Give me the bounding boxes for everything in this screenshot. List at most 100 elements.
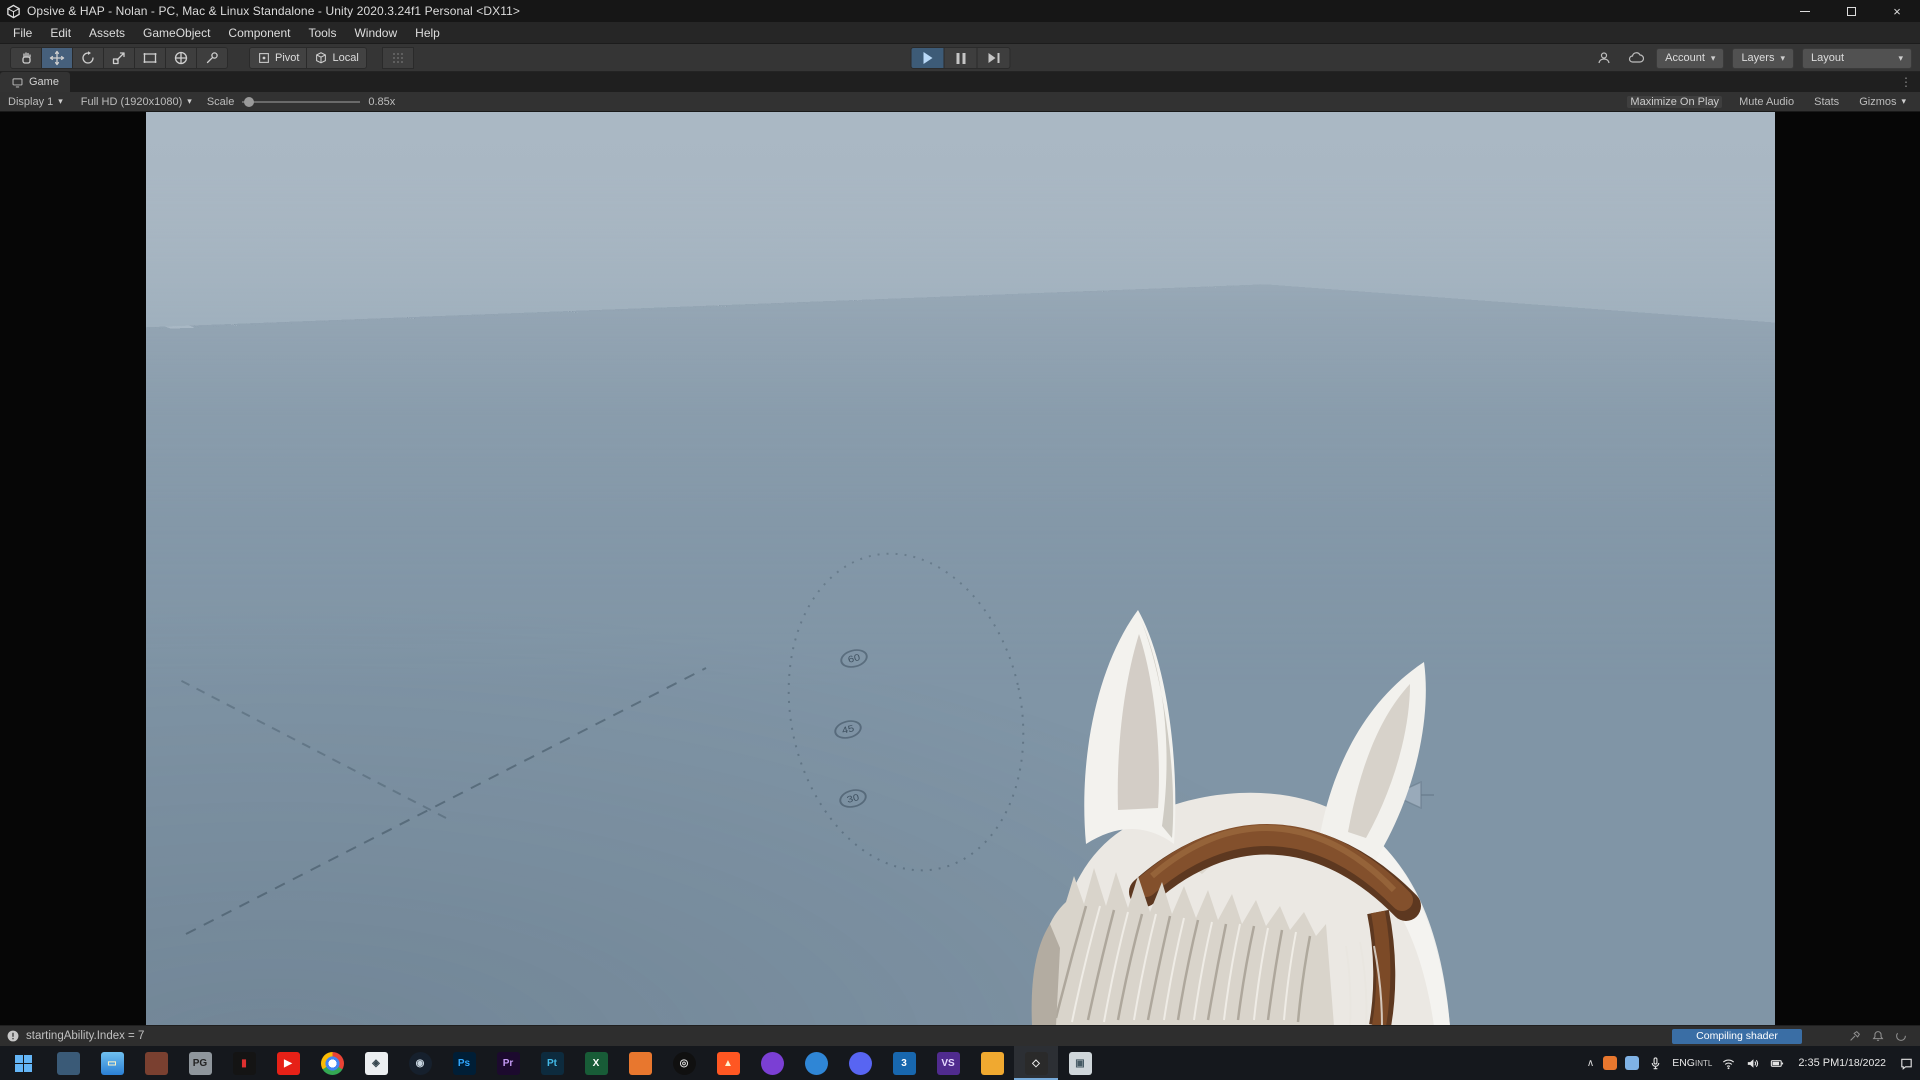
- game-view-toolbar: Display 1 ▾ Full HD (1920x1080) ▾ Scale …: [0, 92, 1920, 112]
- maximize-on-play-toggle[interactable]: Maximize On Play: [1627, 96, 1722, 108]
- status-message[interactable]: startingAbility.Index = 7: [26, 1030, 144, 1042]
- taskbar-app-app-13[interactable]: X: [574, 1046, 618, 1080]
- pause-button[interactable]: [944, 47, 978, 69]
- horse-head: [1016, 606, 1516, 1025]
- taskbar-app-steam[interactable]: ◉: [398, 1046, 442, 1080]
- menu-item-assets[interactable]: Assets: [80, 22, 134, 44]
- taskbar-app-app-12[interactable]: Pt: [530, 1046, 574, 1080]
- handle-settings: Pivot Local: [249, 47, 366, 69]
- hidden-icons-chevron[interactable]: ∧: [1587, 1046, 1594, 1080]
- gizmos-dropdown[interactable]: Gizmos ▾: [1856, 96, 1909, 108]
- play-button[interactable]: [911, 47, 945, 69]
- scale-tool-button[interactable]: [103, 47, 135, 69]
- tray-tray-app-1-icon[interactable]: [1603, 1056, 1617, 1070]
- progress-spinner-icon[interactable]: [1894, 1029, 1908, 1043]
- obs-icon: ◎: [673, 1052, 696, 1075]
- rotate-icon: [80, 50, 96, 66]
- step-button[interactable]: [977, 47, 1011, 69]
- microphone-tray-icon[interactable]: [1648, 1046, 1663, 1080]
- cloud-icon: [1628, 50, 1644, 66]
- taskbar-app-app-22[interactable]: [970, 1046, 1014, 1080]
- taskbar-app-app-8[interactable]: ◈: [354, 1046, 398, 1080]
- console-warning-icon[interactable]: [6, 1029, 20, 1043]
- app-14-icon: [629, 1052, 652, 1075]
- cloud-services-button[interactable]: [1624, 47, 1648, 69]
- menu-item-gameobject[interactable]: GameObject: [134, 22, 219, 44]
- game-viewport: 604530: [0, 112, 1920, 1025]
- taskbar-app-unity[interactable]: ◇: [1014, 1046, 1058, 1080]
- taskbar-app-app-18[interactable]: [794, 1046, 838, 1080]
- taskbar-app-app-4[interactable]: PG: [178, 1046, 222, 1080]
- taskbar-app-photoshop[interactable]: Ps: [442, 1046, 486, 1080]
- menu-item-component[interactable]: Component: [219, 22, 299, 44]
- taskbar-app-app-17[interactable]: [750, 1046, 794, 1080]
- grid-snap-button[interactable]: [382, 47, 414, 69]
- menu-item-window[interactable]: Window: [345, 22, 406, 44]
- minimize-button[interactable]: [1782, 0, 1828, 22]
- notifications-bell-icon[interactable]: [1871, 1029, 1885, 1043]
- mute-audio-toggle[interactable]: Mute Audio: [1736, 96, 1797, 108]
- network-tray-icon[interactable]: [1721, 1046, 1736, 1080]
- maximize-button[interactable]: [1828, 0, 1874, 22]
- taskbar-app-chrome[interactable]: [310, 1046, 354, 1080]
- volume-tray-icon[interactable]: [1745, 1046, 1760, 1080]
- display-dropdown[interactable]: Display 1 ▾: [5, 96, 66, 108]
- taskbar-app-app-1[interactable]: [46, 1046, 90, 1080]
- collab-button[interactable]: [1592, 47, 1616, 69]
- taskbar-app-app-3[interactable]: [134, 1046, 178, 1080]
- layers-dropdown[interactable]: Layers ▾: [1732, 48, 1794, 69]
- horse-left-ear: [1084, 610, 1175, 844]
- rect-tool-button[interactable]: [134, 47, 166, 69]
- taskbar-app-app-5[interactable]: ▮: [222, 1046, 266, 1080]
- layout-dropdown[interactable]: Layout ▾: [1802, 48, 1912, 69]
- scale-slider-thumb[interactable]: [244, 97, 254, 107]
- taskbar-app-obs[interactable]: ◎: [662, 1046, 706, 1080]
- scale-slider-track[interactable]: [242, 101, 360, 103]
- app-4-icon: PG: [189, 1052, 212, 1075]
- menu-item-edit[interactable]: Edit: [41, 22, 80, 44]
- taskbar-app-app-24[interactable]: ▣: [1058, 1046, 1102, 1080]
- action-center-button[interactable]: [1899, 1046, 1914, 1080]
- hand-icon: [18, 50, 34, 66]
- taskbar-app-youtube[interactable]: ▶: [266, 1046, 310, 1080]
- account-dropdown[interactable]: Account ▾: [1656, 48, 1724, 69]
- custom-tool-button[interactable]: [196, 47, 228, 69]
- resolution-dropdown[interactable]: Full HD (1920x1080) ▾: [78, 96, 195, 108]
- window-title: Opsive & HAP - Nolan - PC, Mac & Linux S…: [27, 4, 520, 18]
- compile-progress-bar[interactable]: Compiling shader: [1672, 1029, 1802, 1044]
- battery-tray-icon[interactable]: [1769, 1046, 1785, 1080]
- local-toggle[interactable]: Local: [306, 47, 366, 69]
- taskbar-app-app-20[interactable]: 3: [882, 1046, 926, 1080]
- rotate-tool-button[interactable]: [72, 47, 104, 69]
- tray-tray-app-2-icon[interactable]: [1625, 1056, 1639, 1070]
- menu-item-file[interactable]: File: [4, 22, 41, 44]
- tab-menu-button[interactable]: ⋮: [1892, 72, 1920, 92]
- app-17-icon: [761, 1052, 784, 1075]
- transform-tool-button[interactable]: [165, 47, 197, 69]
- tray-apps: [1603, 1046, 1639, 1080]
- hand-tool-button[interactable]: [10, 47, 42, 69]
- start-button[interactable]: [0, 1046, 46, 1080]
- stats-toggle[interactable]: Stats: [1811, 96, 1842, 108]
- close-button[interactable]: ×: [1874, 0, 1920, 22]
- clock[interactable]: 2:35 PM 1/18/2022: [1794, 1046, 1890, 1080]
- taskbar-app-discord[interactable]: [838, 1046, 882, 1080]
- resolution-label: Full HD (1920x1080): [81, 96, 183, 108]
- taskbar-app-file-explorer[interactable]: ▭: [90, 1046, 134, 1080]
- menu-item-tools[interactable]: Tools: [299, 22, 345, 44]
- app-13-icon: X: [585, 1052, 608, 1075]
- render-surface[interactable]: 604530: [146, 112, 1775, 1025]
- pivot-toggle[interactable]: Pivot: [249, 47, 307, 69]
- tab-game[interactable]: Game: [0, 72, 70, 92]
- taskbar-app-app-16[interactable]: ▲: [706, 1046, 750, 1080]
- taskbar-app-premiere[interactable]: Pr: [486, 1046, 530, 1080]
- build-hammer-icon[interactable]: [1848, 1029, 1862, 1043]
- photoshop-icon: Ps: [453, 1052, 476, 1075]
- move-tool-button[interactable]: [41, 47, 73, 69]
- clock-time: 2:35 PM: [1798, 1057, 1839, 1069]
- menu-item-help[interactable]: Help: [406, 22, 449, 44]
- language-indicator[interactable]: ENG INTL: [1672, 1046, 1712, 1080]
- steam-icon: ◉: [409, 1052, 432, 1075]
- taskbar-app-app-14[interactable]: [618, 1046, 662, 1080]
- taskbar-app-visual-studio[interactable]: VS: [926, 1046, 970, 1080]
